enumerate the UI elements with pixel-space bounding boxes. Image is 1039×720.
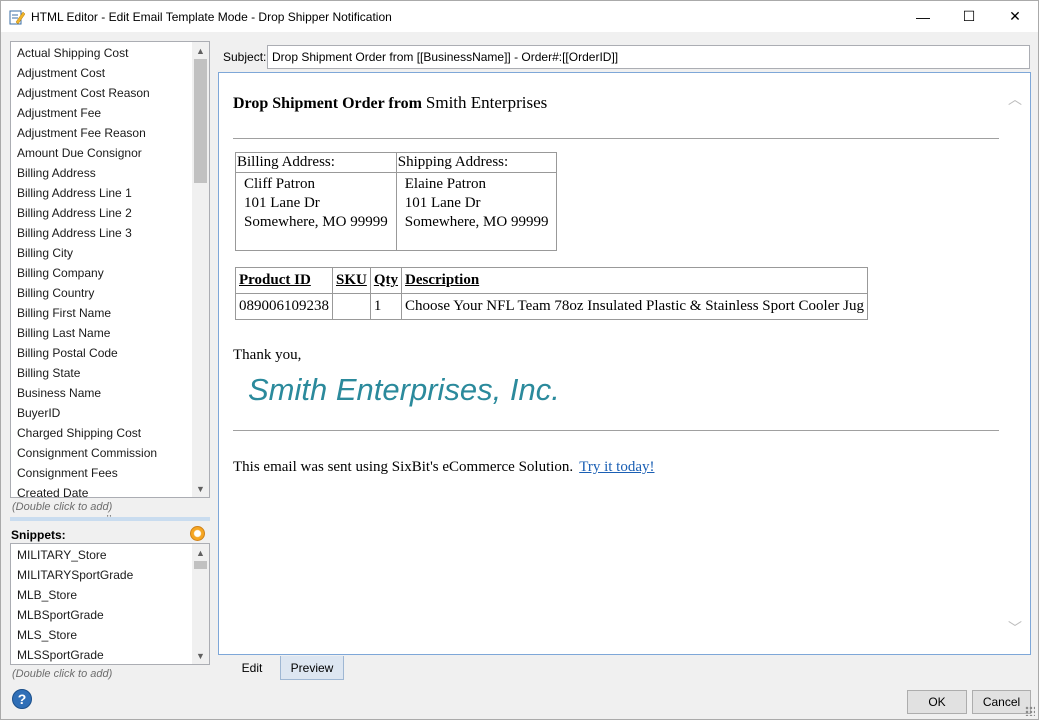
- list-item[interactable]: Billing Country: [11, 283, 191, 303]
- billing-street: 101 Lane Dr: [244, 195, 320, 211]
- list-item[interactable]: Adjustment Fee Reason: [11, 123, 191, 143]
- fields-items: Actual Shipping Cost Adjustment Cost Adjus…: [11, 43, 191, 497]
- heading-business-name: Smith Enterprises: [425, 93, 548, 112]
- list-item[interactable]: MILITARY_Store: [11, 545, 191, 565]
- edit-document-icon: [9, 9, 26, 25]
- shipping-name: Elaine Patron: [404, 176, 486, 192]
- divider: [233, 430, 999, 431]
- snippets-items: MILITARY_Store MILITARYSportGrade MLB_Stor…: [11, 545, 191, 664]
- product-id-cell: 089006109238: [235, 293, 333, 320]
- snippets-scrollbar[interactable]: ▲ ▼: [192, 544, 209, 664]
- list-item[interactable]: MLSSportGrade: [11, 645, 191, 664]
- list-item[interactable]: Billing Address Line 2: [11, 203, 191, 223]
- qty-cell: 1: [369, 293, 403, 320]
- list-item[interactable]: Billing Address Line 1: [11, 183, 191, 203]
- footer-text: This email was sent using SixBit's eComm…: [233, 459, 574, 475]
- try-it-today-link[interactable]: Try it today!: [579, 459, 654, 475]
- chevron-down-icon[interactable]: ﹀: [1008, 618, 1022, 638]
- title-bar: HTML Editor - Edit Email Template Mode -…: [1, 1, 1038, 32]
- scroll-down-icon[interactable]: ▼: [192, 480, 209, 497]
- fields-list[interactable]: Actual Shipping Cost Adjustment Cost Adjus…: [10, 41, 210, 498]
- sku-cell: [332, 293, 371, 320]
- snippets-list[interactable]: MILITARY_Store MILITARYSportGrade MLB_Stor…: [10, 543, 210, 665]
- chevron-up-icon[interactable]: ︿: [1008, 89, 1022, 109]
- list-item[interactable]: Billing City: [11, 243, 191, 263]
- description-header: Description: [401, 267, 868, 294]
- scroll-down-icon[interactable]: ▼: [192, 647, 209, 664]
- table-row: 089006109238 1 Choose Your NFL Team 78oz…: [235, 293, 868, 320]
- subject-label: Subject:: [223, 50, 267, 64]
- list-item[interactable]: Adjustment Fee: [11, 103, 191, 123]
- shipping-street: 101 Lane Dr: [404, 195, 481, 211]
- shipping-address-label: Shipping Address:: [395, 152, 558, 173]
- scroll-up-icon[interactable]: ▲: [192, 544, 209, 561]
- company-logo: Smith Enterprises, Inc.: [248, 372, 560, 407]
- cancel-button[interactable]: Cancel: [972, 690, 1031, 714]
- fields-hint: (Double click to add): [12, 501, 113, 513]
- heading-text: Drop Shipment Order from: [233, 95, 422, 112]
- snippets-hint: (Double click to add): [12, 668, 113, 680]
- list-item[interactable]: BuyerID: [11, 403, 191, 423]
- list-item[interactable]: Billing Last Name: [11, 323, 191, 343]
- footer: This email was sent using SixBit's eComm…: [233, 459, 654, 476]
- scroll-thumb[interactable]: [194, 59, 207, 183]
- close-button[interactable]: ✕: [992, 1, 1038, 32]
- minimize-button[interactable]: —: [900, 1, 946, 32]
- billing-address-label: Billing Address:: [235, 152, 397, 173]
- shipping-address: Elaine Patron 101 Lane Dr Somewhere, MO …: [395, 172, 558, 251]
- list-item[interactable]: Business Name: [11, 383, 191, 403]
- help-icon[interactable]: ?: [12, 689, 32, 709]
- product-id-header: Product ID: [235, 267, 333, 294]
- divider: [233, 138, 999, 139]
- fields-scrollbar[interactable]: ▲ ▼: [192, 42, 209, 497]
- list-item[interactable]: MLB_Store: [11, 585, 191, 605]
- list-item[interactable]: Billing Postal Code: [11, 343, 191, 363]
- list-item[interactable]: MLBSportGrade: [11, 605, 191, 625]
- address-table: Billing Address: Shipping Address: Cliff…: [235, 152, 558, 251]
- product-table: Product ID SKU Qty Description 089006109…: [235, 267, 868, 320]
- email-editor[interactable]: Drop Shipment Order from Smith Enterpris…: [218, 72, 1031, 655]
- thanks-text: Thank you,: [233, 347, 302, 363]
- sku-header: SKU: [332, 267, 371, 294]
- list-item[interactable]: MLS_Store: [11, 625, 191, 645]
- list-item[interactable]: Billing First Name: [11, 303, 191, 323]
- splitter-grip-icon[interactable]: '': [107, 515, 112, 523]
- list-item[interactable]: Billing State: [11, 363, 191, 383]
- billing-name: Cliff Patron: [244, 176, 315, 192]
- scroll-up-icon[interactable]: ▲: [192, 42, 209, 59]
- shipping-city-state-zip: Somewhere, MO 99999: [404, 214, 549, 230]
- list-item[interactable]: Created Date: [11, 483, 191, 497]
- window-title: HTML Editor - Edit Email Template Mode -…: [31, 9, 392, 24]
- snippets-settings-icon[interactable]: [190, 526, 205, 541]
- resize-grip-icon[interactable]: [1025, 706, 1035, 716]
- snippets-label: Snippets:: [11, 528, 66, 542]
- scroll-thumb[interactable]: [194, 561, 207, 569]
- tab-preview[interactable]: Preview: [280, 656, 344, 680]
- html-editor-window: HTML Editor - Edit Email Template Mode -…: [0, 0, 1039, 720]
- list-item[interactable]: Amount Due Consignor: [11, 143, 191, 163]
- list-item[interactable]: Adjustment Cost: [11, 63, 191, 83]
- description-cell: Choose Your NFL Team 78oz Insulated Plas…: [401, 293, 868, 320]
- subject-input[interactable]: [267, 45, 1030, 69]
- email-heading: Drop Shipment Order from Smith Enterpris…: [233, 93, 547, 113]
- tab-edit[interactable]: Edit: [230, 656, 274, 680]
- list-item[interactable]: Billing Address Line 3: [11, 223, 191, 243]
- list-item[interactable]: Consignment Fees: [11, 463, 191, 483]
- billing-address: Cliff Patron 101 Lane Dr Somewhere, MO 9…: [235, 172, 397, 251]
- list-item[interactable]: Actual Shipping Cost: [11, 43, 191, 63]
- billing-city-state-zip: Somewhere, MO 99999: [244, 214, 388, 230]
- list-item[interactable]: Billing Address: [11, 163, 191, 183]
- list-item[interactable]: Charged Shipping Cost: [11, 423, 191, 443]
- list-item[interactable]: Billing Company: [11, 263, 191, 283]
- list-item[interactable]: MILITARYSportGrade: [11, 565, 191, 585]
- list-item[interactable]: Consignment Commission: [11, 443, 191, 463]
- ok-button[interactable]: OK: [907, 690, 967, 714]
- qty-header: Qty: [369, 267, 403, 294]
- maximize-button[interactable]: ☐: [946, 1, 992, 32]
- list-item[interactable]: Adjustment Cost Reason: [11, 83, 191, 103]
